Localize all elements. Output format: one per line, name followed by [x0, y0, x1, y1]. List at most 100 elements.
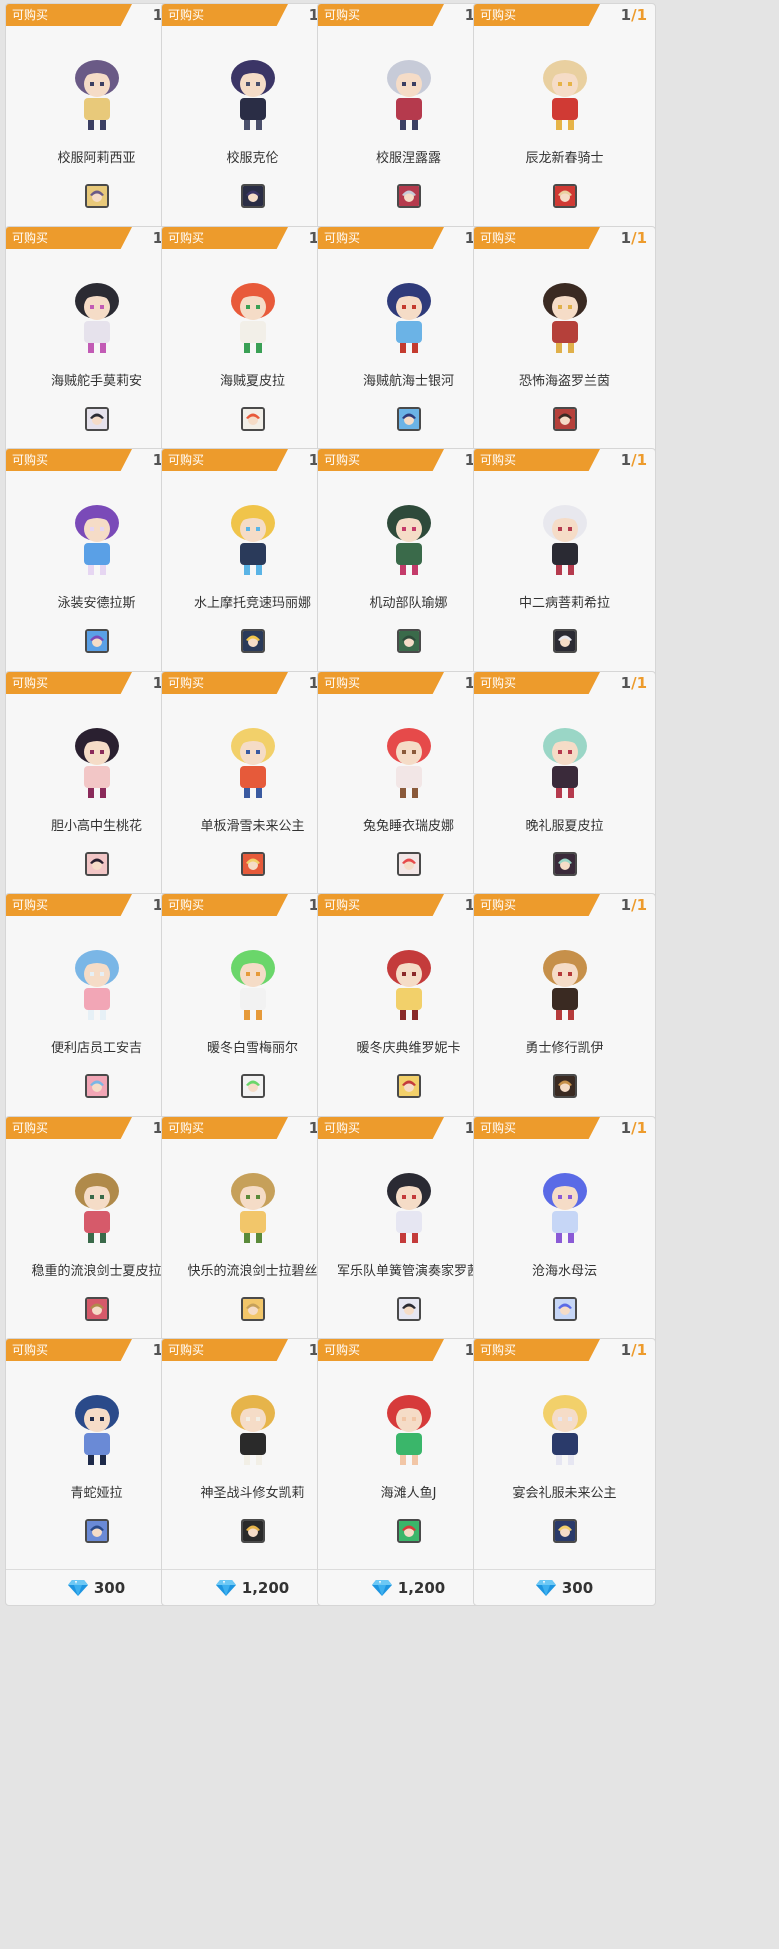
purchasable-label: 可购买 [168, 453, 205, 467]
character-portrait [231, 60, 275, 130]
skin-name: 校服涅露露 [375, 151, 441, 166]
character-thumbnail [241, 184, 265, 208]
purchasable-label: 可购买 [480, 453, 517, 467]
skin-name: 恐怖海盗罗兰茵 [518, 374, 610, 389]
character-portrait [387, 1173, 431, 1243]
purchasable-label: 可购买 [12, 1343, 49, 1357]
character-thumbnail [241, 1074, 265, 1098]
thumbnail-face-icon [87, 1076, 107, 1096]
skin-card[interactable]: 可购买 1/1 宴会礼服未来公主 300 [473, 1338, 656, 1606]
thumbnail-face-icon [555, 1076, 575, 1096]
price-value: 300 [93, 1579, 126, 1597]
thumbnail-face-icon [399, 186, 419, 206]
price-tag[interactable]: 300 [474, 1575, 655, 1601]
character-portrait [75, 1395, 119, 1465]
character-portrait [543, 950, 587, 1020]
skin-name: 胆小高中生桃花 [50, 819, 142, 834]
skin-name: 海贼舵手莫莉安 [50, 374, 142, 389]
stock-current: 1 [620, 6, 632, 24]
purchase-limit: 1/1 [621, 1119, 647, 1137]
purchase-limit: 1/1 [621, 451, 647, 469]
character-portrait [75, 950, 119, 1020]
thumbnail-face-icon [87, 186, 107, 206]
character-thumbnail [85, 852, 109, 876]
stock-current: 1 [620, 229, 632, 247]
character-portrait [231, 283, 275, 353]
purchasable-label: 可购买 [480, 1343, 517, 1357]
character-thumbnail [397, 1297, 421, 1321]
purchasable-label: 可购买 [324, 1343, 361, 1357]
character-portrait [75, 1173, 119, 1243]
character-portrait [231, 950, 275, 1020]
stock-max: 1 [636, 896, 647, 914]
character-thumbnail [397, 184, 421, 208]
character-thumbnail [397, 1074, 421, 1098]
character-thumbnail [553, 629, 577, 653]
purchasable-label: 可购买 [480, 676, 517, 690]
character-thumbnail [241, 629, 265, 653]
purchasable-label: 可购买 [480, 1121, 517, 1135]
thumbnail-face-icon [555, 854, 575, 874]
skin-name: 快乐的流浪剑士拉碧丝 [187, 1264, 318, 1279]
character-thumbnail [553, 852, 577, 876]
stock-max: 1 [636, 451, 647, 469]
skin-name: 水上摩托竞速玛丽娜 [193, 596, 311, 611]
character-portrait [231, 728, 275, 798]
thumbnail-face-icon [555, 631, 575, 651]
stock-current: 1 [620, 896, 632, 914]
thumbnail-face-icon [243, 854, 263, 874]
character-thumbnail [397, 407, 421, 431]
skin-shop-grid: 可购买 1/1 校服阿莉西亚 [0, 0, 779, 1949]
purchasable-label: 可购买 [480, 231, 517, 245]
price-tag[interactable]: 1,200 [162, 1575, 343, 1601]
purchasable-label: 可购买 [324, 453, 361, 467]
character-thumbnail [85, 1297, 109, 1321]
character-thumbnail [553, 407, 577, 431]
character-portrait [387, 950, 431, 1020]
character-thumbnail [85, 629, 109, 653]
character-thumbnail [241, 852, 265, 876]
purchasable-label: 可购买 [12, 898, 49, 912]
skin-name: 海贼航海士银河 [362, 374, 454, 389]
character-thumbnail [553, 1074, 577, 1098]
thumbnail-face-icon [555, 409, 575, 429]
skin-name: 晚礼服夏皮拉 [525, 819, 604, 834]
purchasable-label: 可购买 [12, 676, 49, 690]
thumbnail-face-icon [399, 1299, 419, 1319]
thumbnail-face-icon [243, 1076, 263, 1096]
stock-max: 1 [636, 6, 647, 24]
character-portrait [543, 283, 587, 353]
thumbnail-face-icon [555, 1521, 575, 1541]
skin-name: 便利店员工安吉 [50, 1041, 142, 1056]
diamond-icon [215, 1580, 236, 1596]
stock-max: 1 [636, 229, 647, 247]
character-portrait [387, 1395, 431, 1465]
character-portrait [543, 728, 587, 798]
stock-current: 1 [620, 1119, 632, 1137]
purchasable-label: 可购买 [324, 1121, 361, 1135]
skin-name: 神圣战斗修女凯莉 [200, 1486, 305, 1501]
purchasable-label: 可购买 [168, 1343, 205, 1357]
purchasable-label: 可购买 [168, 898, 205, 912]
character-thumbnail [241, 1519, 265, 1543]
thumbnail-face-icon [555, 1299, 575, 1319]
purchasable-label: 可购买 [12, 453, 49, 467]
skin-name: 泳装安德拉斯 [57, 596, 136, 611]
thumbnail-face-icon [87, 1299, 107, 1319]
thumbnail-face-icon [399, 854, 419, 874]
skin-name: 兔兔睡衣瑞皮娜 [362, 819, 454, 834]
price-tag[interactable]: 300 [6, 1575, 187, 1601]
character-portrait [75, 283, 119, 353]
price-tag[interactable]: 1,200 [318, 1575, 499, 1601]
character-thumbnail [553, 184, 577, 208]
stock-max: 1 [636, 674, 647, 692]
purchase-limit: 1/1 [621, 6, 647, 24]
purchase-limit: 1/1 [621, 896, 647, 914]
purchasable-label: 可购买 [324, 8, 361, 22]
character-portrait [231, 1395, 275, 1465]
thumbnail-face-icon [87, 631, 107, 651]
character-thumbnail [241, 1297, 265, 1321]
character-portrait [75, 728, 119, 798]
thumbnail-face-icon [399, 409, 419, 429]
thumbnail-face-icon [399, 631, 419, 651]
